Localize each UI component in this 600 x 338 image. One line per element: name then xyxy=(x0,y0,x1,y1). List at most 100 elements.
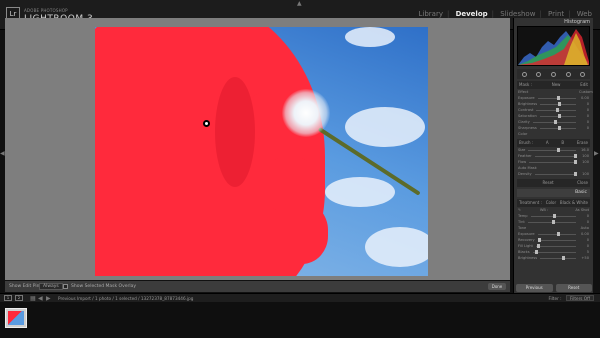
row-label: Exposure xyxy=(518,96,535,100)
filmstrip-bar: 1 2 ▦ ◀ ▶ Previous Import / 1 photo / 1 … xyxy=(0,293,600,302)
slider-knob[interactable] xyxy=(557,125,561,130)
row-label: Density xyxy=(518,172,532,176)
module-library[interactable]: Library xyxy=(418,10,442,18)
slider-knob[interactable] xyxy=(573,153,577,158)
collapse-left-arrow-icon[interactable]: ◀ xyxy=(0,150,5,157)
thumbnail-image xyxy=(8,311,24,325)
slider-track[interactable] xyxy=(527,219,576,224)
filmstrip xyxy=(0,302,600,338)
treatment-bw-button[interactable]: Black & White xyxy=(560,199,588,207)
brush-close-button[interactable]: Close xyxy=(577,179,588,187)
slider-track[interactable] xyxy=(540,101,576,106)
slider-track[interactable] xyxy=(539,113,576,118)
filter-select[interactable]: Filters Off xyxy=(565,295,594,301)
slider-track[interactable] xyxy=(536,107,576,112)
brush-a-button[interactable]: A xyxy=(546,139,549,147)
slider-knob[interactable] xyxy=(556,147,560,152)
row-label: Auto Mask xyxy=(518,166,537,170)
slider-knob[interactable] xyxy=(573,171,577,176)
row-label: Flow xyxy=(518,160,527,164)
eyedropper-icon[interactable]: ✎ xyxy=(518,208,521,212)
row-value: +50 xyxy=(581,256,589,260)
slider-track[interactable] xyxy=(528,147,576,152)
brush-reset-button[interactable]: Reset xyxy=(542,179,553,187)
histogram-title[interactable]: Histogram xyxy=(514,18,593,26)
slider-knob[interactable] xyxy=(558,101,562,106)
adjust-row[interactable]: Color xyxy=(517,131,590,137)
secondary-window-1-button[interactable]: 1 xyxy=(4,295,12,301)
slider-track[interactable] xyxy=(532,249,576,254)
row-value: 5 xyxy=(586,250,589,254)
treatment-label: Treatment : xyxy=(519,200,542,205)
row-label: Sharpness xyxy=(518,126,537,130)
slider-knob[interactable] xyxy=(557,113,561,118)
row-label: Feather xyxy=(518,154,532,158)
secondary-window-2-button[interactable]: 2 xyxy=(15,295,23,301)
reset-button[interactable]: Reset xyxy=(555,284,592,292)
graduated-filter-icon[interactable] xyxy=(565,71,571,77)
brush-b-button[interactable]: B xyxy=(561,139,564,147)
module-web[interactable]: Web xyxy=(577,10,592,18)
spot-removal-icon[interactable] xyxy=(536,71,542,77)
slider-track[interactable] xyxy=(534,153,577,158)
row-value: 100 xyxy=(582,160,589,164)
brush-row[interactable]: Density 100 xyxy=(517,171,590,177)
thumbnail[interactable] xyxy=(5,308,27,328)
previous-button[interactable]: Previous xyxy=(516,284,553,292)
row-value[interactable]: Auto xyxy=(579,226,589,230)
slider-knob[interactable] xyxy=(556,95,560,100)
row-label: Saturation xyxy=(518,114,537,118)
tool-strip xyxy=(517,69,590,79)
slider-knob[interactable] xyxy=(551,219,555,224)
slider-knob[interactable] xyxy=(554,119,558,124)
slider-knob[interactable] xyxy=(573,159,577,164)
module-slideshow[interactable]: Slideshow xyxy=(500,10,535,18)
slider-track[interactable] xyxy=(530,213,576,218)
slider-track[interactable] xyxy=(537,231,576,236)
cloud xyxy=(345,27,395,47)
mask-overlay-checkbox[interactable] xyxy=(63,284,68,289)
slider-knob[interactable] xyxy=(536,243,540,248)
edit-pins-select[interactable]: Always xyxy=(39,283,63,290)
histogram xyxy=(517,26,590,66)
slider-track[interactable] xyxy=(537,237,576,242)
row-label: Temp xyxy=(518,214,528,218)
row-value: Custom xyxy=(579,90,593,94)
slider-track[interactable] xyxy=(535,243,576,248)
mask-edit-button[interactable]: Edit xyxy=(580,81,588,89)
face-shadow xyxy=(215,77,255,187)
mask-overlay-label: Show Selected Mask Overlay xyxy=(71,284,137,289)
slider-knob[interactable] xyxy=(553,213,557,218)
slider-track[interactable] xyxy=(537,95,576,100)
red-eye-icon[interactable] xyxy=(550,71,556,77)
slider-knob[interactable] xyxy=(556,231,560,236)
basic-section-header[interactable]: Basic xyxy=(517,189,590,197)
wb-value[interactable]: As Shot xyxy=(567,208,589,212)
slider-knob[interactable] xyxy=(561,255,565,260)
edit-pin[interactable] xyxy=(203,120,210,127)
module-print[interactable]: Print xyxy=(548,10,564,18)
crop-tool-icon[interactable] xyxy=(521,71,527,77)
slider-track[interactable] xyxy=(534,171,577,176)
row-label: Tint xyxy=(518,220,525,224)
slider-knob[interactable] xyxy=(538,237,542,242)
brush-erase-button[interactable]: Erase xyxy=(577,139,588,147)
row-label: Contrast xyxy=(518,108,534,112)
done-button[interactable]: Done xyxy=(488,283,506,290)
row-label: Tone xyxy=(518,226,527,230)
slider-knob[interactable] xyxy=(534,249,538,254)
slider-track[interactable] xyxy=(532,119,576,124)
slider-knob[interactable] xyxy=(556,107,560,112)
collapse-right-arrow-icon[interactable]: ▶ xyxy=(594,150,599,157)
image-workspace[interactable] xyxy=(5,18,510,280)
photo-dandelion-portrait[interactable] xyxy=(95,27,428,276)
slider-track[interactable] xyxy=(539,125,576,130)
basic-row[interactable]: Brightness +50 xyxy=(517,255,590,261)
treatment-color-button[interactable]: Color xyxy=(546,199,556,207)
slider-track[interactable] xyxy=(529,159,577,164)
adjustment-brush-icon[interactable] xyxy=(580,71,586,77)
mask-new-button[interactable]: New xyxy=(552,81,561,89)
collapse-top-arrow-icon[interactable]: ▲ xyxy=(297,0,302,7)
module-develop[interactable]: Develop xyxy=(456,10,488,18)
slider-track[interactable] xyxy=(540,255,576,260)
